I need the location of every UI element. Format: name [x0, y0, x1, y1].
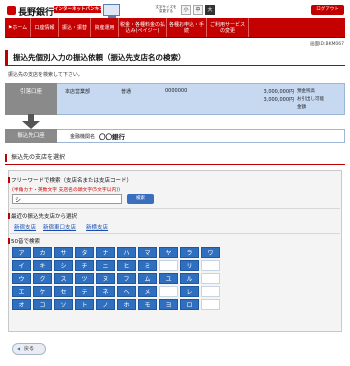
- freeword-hint: (半角カナ・英数文字 支店名の頭文字(5文字以内)): [12, 188, 121, 193]
- recent-branch-link[interactable]: 新宿東口支店: [43, 223, 76, 231]
- screen-id: 画面ID:BKM067: [310, 42, 344, 47]
- internet-banking-label: インターネットバンキング: [54, 6, 101, 13]
- destination-bank-name: 〇〇銀行: [99, 133, 125, 141]
- kana-button[interactable]: ム: [138, 273, 157, 284]
- branch-section-title: 振込先の支店を選択: [5, 153, 345, 165]
- back-button-label: 戻る: [23, 346, 34, 352]
- kana-button[interactable]: ウ: [12, 273, 31, 284]
- kana-button[interactable]: ロ: [180, 299, 199, 310]
- main-nav: ⚑ ホーム 口座情報 振込・振替 資産運用 税金・各種料金の払込み(ペイジー) 各…: [5, 18, 345, 37]
- kana-button[interactable]: レ: [180, 286, 199, 297]
- font-size-label: 文字サイズを変更する: [155, 5, 177, 13]
- kana-button[interactable]: ハ: [117, 247, 136, 258]
- destination-bank-label: 金融機関名: [70, 134, 96, 140]
- kana-button[interactable]: ソ: [54, 299, 73, 310]
- bank-logo-mark: [7, 6, 16, 15]
- font-size-large-button[interactable]: 大: [205, 5, 215, 15]
- kana-button[interactable]: ヌ: [96, 273, 115, 284]
- recent-branches-title: 最近の振込先支店から選択: [7, 213, 78, 220]
- kana-button[interactable]: ア: [12, 247, 31, 258]
- freeword-search-title: フリーワードで検索（支店名または支店コード）: [7, 177, 133, 184]
- kana-button[interactable]: マ: [138, 247, 157, 258]
- kana-button[interactable]: ワ: [201, 247, 220, 258]
- kana-cell-empty: [201, 299, 220, 310]
- kana-button[interactable]: モ: [138, 299, 157, 310]
- recent-branch-link[interactable]: 新宿支店: [14, 223, 36, 231]
- kana-button[interactable]: ヒ: [117, 260, 136, 271]
- kana-button[interactable]: ト: [75, 299, 94, 310]
- kana-button[interactable]: ケ: [33, 286, 52, 297]
- kana-button[interactable]: メ: [138, 286, 157, 297]
- available-amount: 3,000,000円: [263, 97, 294, 103]
- kana-button[interactable]: エ: [12, 286, 31, 297]
- nav-item-asset-management[interactable]: 資産運用: [91, 18, 119, 37]
- kana-button[interactable]: キ: [33, 260, 52, 271]
- page-title: 振込先個別入力の振込依頼（振込先支店名の検索）: [5, 50, 345, 66]
- kana-search-title: 50音で検索: [8, 238, 40, 245]
- kana-cell-empty: [201, 286, 220, 297]
- kana-button[interactable]: ミ: [138, 260, 157, 271]
- font-size-small-button[interactable]: 小: [181, 5, 191, 15]
- kana-cell-empty: [201, 260, 220, 271]
- down-arrow-icon: [22, 114, 40, 129]
- nav-item-applications[interactable]: 各種お申込・手続: [167, 18, 207, 37]
- kana-button[interactable]: ツ: [75, 273, 94, 284]
- kana-button[interactable]: コ: [33, 299, 52, 310]
- kana-button[interactable]: ネ: [96, 286, 115, 297]
- balance-note: 預金残高: [297, 89, 315, 94]
- kana-button[interactable]: セ: [54, 286, 73, 297]
- available-note-2: 金額: [297, 105, 306, 110]
- kana-button[interactable]: カ: [33, 247, 52, 258]
- search-button[interactable]: 検索: [127, 194, 154, 204]
- font-size-medium-button[interactable]: 中: [193, 5, 203, 15]
- divider: [10, 233, 340, 234]
- kana-button[interactable]: ラ: [180, 247, 199, 258]
- kana-button[interactable]: リ: [180, 260, 199, 271]
- kana-button[interactable]: ヘ: [117, 286, 136, 297]
- kana-button[interactable]: ル: [180, 273, 199, 284]
- back-button[interactable]: 戻る: [12, 343, 46, 355]
- kana-button[interactable]: ナ: [96, 247, 115, 258]
- balance-amount: 3,000,000円: [263, 89, 294, 95]
- kana-button[interactable]: ク: [33, 273, 52, 284]
- kana-button[interactable]: イ: [12, 260, 31, 271]
- kana-button[interactable]: タ: [75, 247, 94, 258]
- logout-button[interactable]: ログアウト: [311, 5, 344, 15]
- destination-account-label: 振込先口座: [5, 129, 57, 143]
- branch-search-input[interactable]: [12, 194, 122, 204]
- kana-button[interactable]: シ: [54, 260, 73, 271]
- nav-underline: [5, 37, 345, 38]
- kana-button[interactable]: ニ: [96, 260, 115, 271]
- source-account-type: 普通: [121, 89, 132, 95]
- kana-button[interactable]: サ: [54, 247, 73, 258]
- divider: [10, 208, 340, 209]
- kana-button[interactable]: ノ: [96, 299, 115, 310]
- kana-button[interactable]: ス: [54, 273, 73, 284]
- kana-button[interactable]: ホ: [117, 299, 136, 310]
- recent-branch-link[interactable]: 新横支店: [86, 223, 108, 231]
- kana-cell-empty: [159, 286, 178, 297]
- computer-icon: [103, 4, 120, 18]
- source-account-number: 0000000: [165, 88, 188, 94]
- kana-button[interactable]: テ: [75, 286, 94, 297]
- instruction-text: 振込先の支店を検索して下さい。: [8, 72, 83, 78]
- source-branch: 本店営業部: [65, 89, 91, 95]
- nav-item-home[interactable]: ⚑ ホーム: [5, 18, 31, 37]
- nav-item-service-change[interactable]: ご利用サービスの変更: [207, 18, 249, 37]
- nav-item-transfer[interactable]: 振込・振替: [59, 18, 91, 37]
- available-note: お引出し可能: [297, 97, 324, 102]
- kana-button[interactable]: フ: [117, 273, 136, 284]
- kana-button[interactable]: ユ: [159, 273, 178, 284]
- kana-button[interactable]: チ: [75, 260, 94, 271]
- nav-item-account-info[interactable]: 口座情報: [31, 18, 59, 37]
- nav-item-pay-easy[interactable]: 税金・各種料金の払込み(ペイジー): [119, 18, 167, 37]
- kana-cell-empty: [159, 260, 178, 271]
- kana-button[interactable]: ヤ: [159, 247, 178, 258]
- kana-button[interactable]: ヨ: [159, 299, 178, 310]
- kana-cell-empty: [201, 273, 220, 284]
- kana-button[interactable]: オ: [12, 299, 31, 310]
- bank-name: 長野銀行: [18, 8, 55, 18]
- source-account-label: 引落口座: [5, 83, 57, 115]
